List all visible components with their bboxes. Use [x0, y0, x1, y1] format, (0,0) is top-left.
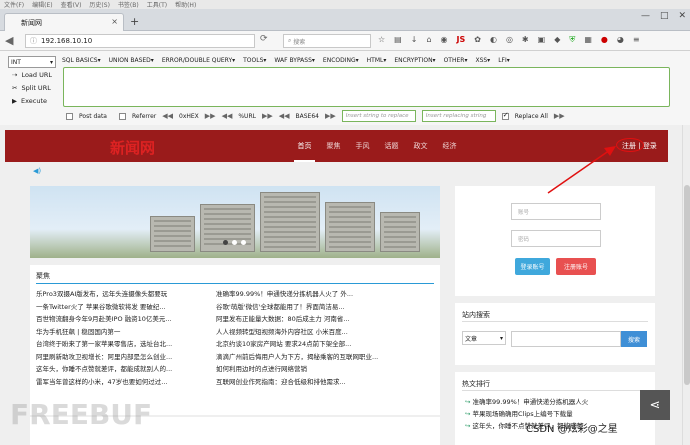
watermark-credit: CSDN @炫彩@之星	[526, 424, 618, 435]
annotation-arrow-line	[547, 149, 611, 194]
annotation-arrow	[547, 146, 616, 194]
watermark-logo: FREEBUF	[10, 398, 153, 431]
share-icon[interactable]: ⋖	[640, 390, 670, 420]
annotation-arrow-head	[604, 146, 616, 156]
